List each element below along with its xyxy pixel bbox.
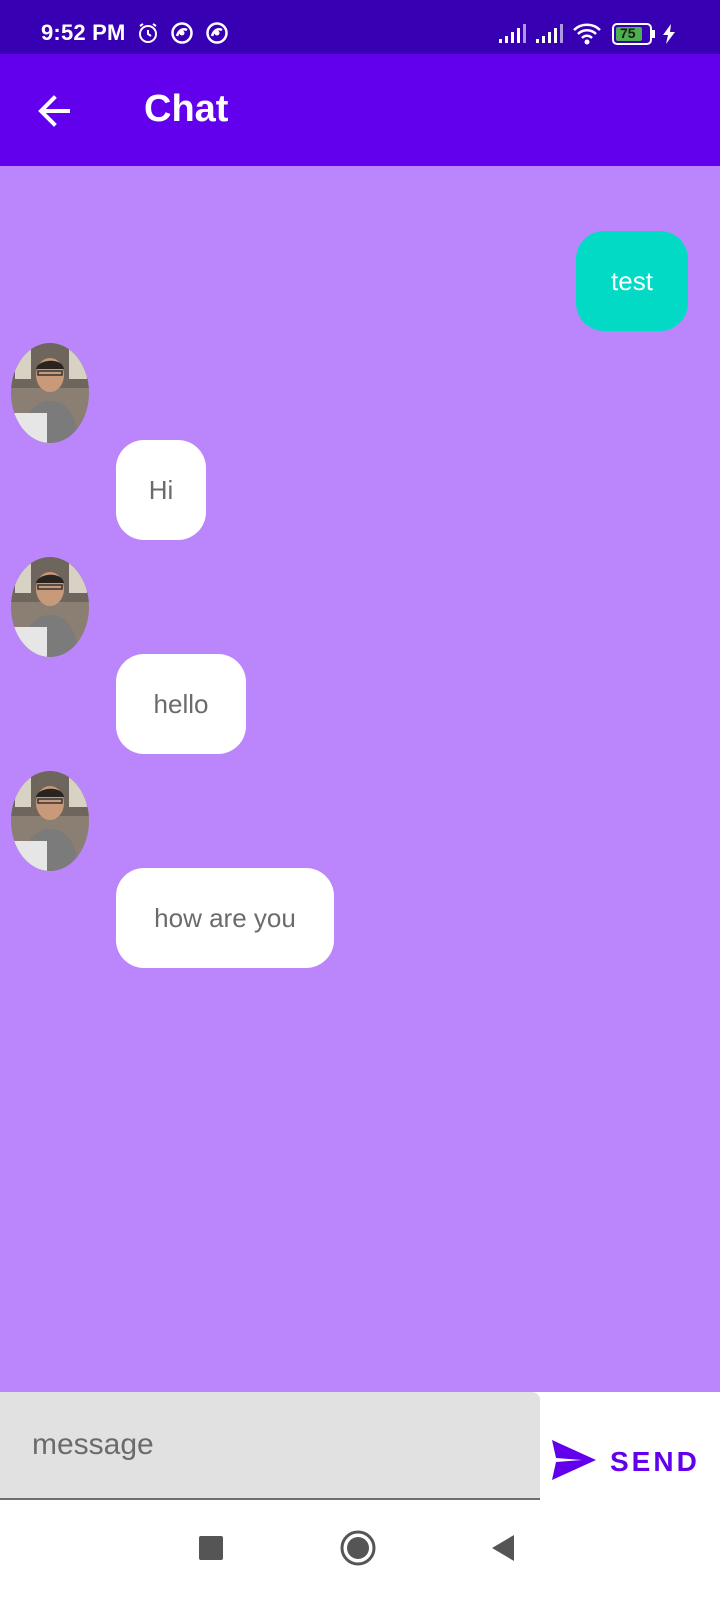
message-composer: SEND [0,1392,720,1503]
send-icon [552,1439,596,1485]
avatar[interactable] [11,343,89,443]
signal-icon [498,24,526,49]
message-text: how are you [154,902,296,933]
signal-icon [535,24,563,49]
status-time: 9:52 PM [41,20,126,45]
message-input[interactable] [0,1392,540,1500]
page-title: Chat [144,88,229,130]
received-message-bubble[interactable]: hello [116,654,246,754]
sent-message-bubble[interactable]: test [576,231,688,331]
message-text: Hi [148,474,174,505]
avatar[interactable] [11,557,89,657]
sync-icon [170,21,194,50]
system-nav-bar [0,1503,720,1600]
alarm-icon [136,21,160,50]
battery-level: 75 [620,25,636,41]
home-icon[interactable] [340,1530,376,1571]
status-bar: 9:52 PM 75 [0,0,720,54]
arrow-back-icon[interactable] [30,86,80,136]
back-icon[interactable] [490,1533,516,1568]
send-label: SEND [610,1446,700,1477]
charging-icon [662,24,676,49]
avatar[interactable] [11,771,89,871]
wifi-icon [572,22,602,51]
received-message-bubble[interactable]: how are you [116,868,334,968]
sync-icon [205,21,229,50]
recents-icon[interactable] [198,1535,224,1566]
message-text: test [611,265,653,296]
app-bar: Chat [0,54,720,166]
send-button[interactable]: SEND [552,1432,712,1492]
received-message-bubble[interactable]: Hi [116,440,206,540]
message-text: hello [153,688,209,719]
chat-message-list[interactable]: test Hi hello how are you [0,166,720,1392]
